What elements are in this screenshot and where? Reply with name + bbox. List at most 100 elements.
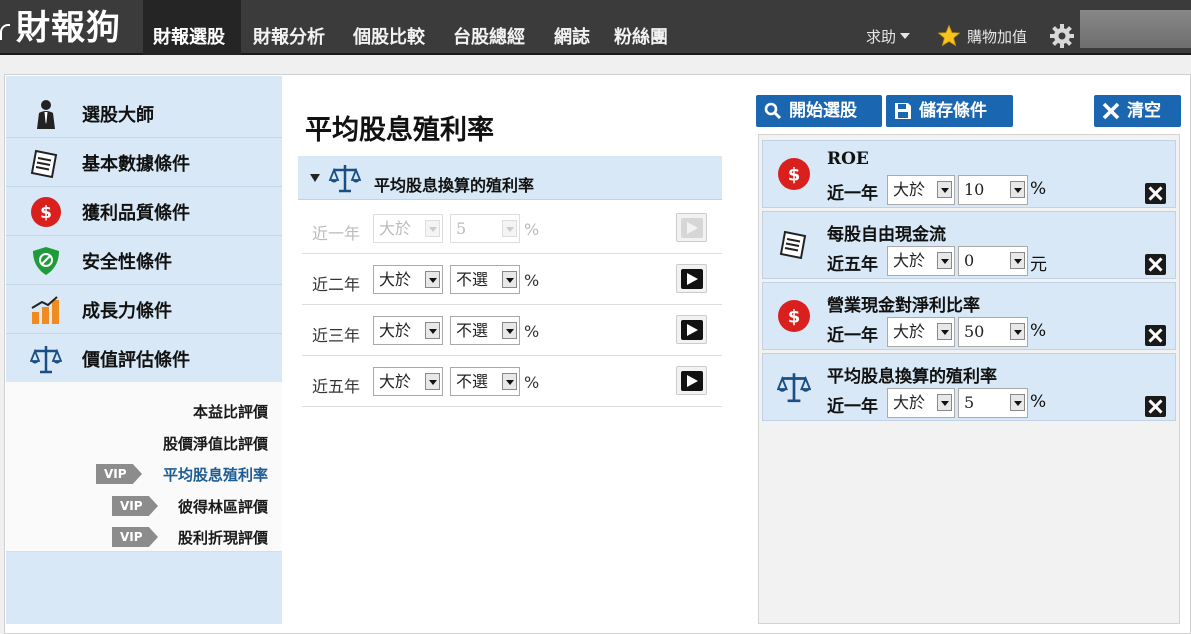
vip-badge: VIP [112,496,158,516]
nav-item-financial-analysis[interactable]: 財報分析 [243,0,335,55]
nav-item-stock-compare[interactable]: 個股比較 [343,0,435,55]
value-select[interactable]: 不選 [450,265,520,294]
operator-select[interactable]: 大於 [887,175,955,205]
nav-item-blog[interactable]: 網誌 [544,0,600,55]
remove-condition-button[interactable] [1145,325,1166,346]
remove-condition-button[interactable] [1145,183,1166,204]
operator-select[interactable]: 大於 [373,214,443,243]
submenu-item-pe[interactable]: 本益比評價 [193,401,268,422]
remove-condition-button[interactable] [1145,396,1166,417]
dollar-icon: $ [31,197,61,227]
value-select[interactable]: 10 [958,175,1028,205]
brand-logo[interactable]: 財報狗 [0,0,143,55]
value-select[interactable]: 0 [958,246,1028,276]
nav-item-macro[interactable]: 台股總經 [443,0,535,55]
clear-conditions-label: 清空 [1127,101,1161,121]
start-screening-label: 開始選股 [789,101,857,121]
star-icon[interactable] [937,24,961,48]
condition-group-label: 平均股息換算的殖利率 [374,176,535,195]
period-label: 近一年 [827,326,878,346]
operator-select[interactable]: 大於 [373,367,443,396]
save-conditions-label: 儲存條件 [919,101,987,121]
condition-row: 近三年 大於 不選 % [302,305,722,356]
operator-select[interactable]: 大於 [887,246,955,276]
clear-conditions-button[interactable]: 清空 [1094,95,1181,127]
condition-group-header[interactable]: 平均股息換算的殖利率 [298,156,722,200]
operator-select[interactable]: 大於 [373,316,443,345]
chevron-down-icon [425,271,440,288]
value-select[interactable]: 不選 [450,316,520,345]
selected-condition-card: $ 營業現金對淨利比率 近一年 大於 50 % [762,282,1176,350]
period-label: 近三年 [312,326,361,345]
unit-label: % [1030,179,1047,199]
unit-label: % [524,220,540,239]
sidebar-item-safety[interactable]: 安全性條件 [6,236,282,285]
bar-chart-icon [31,296,59,324]
selected-condition-card: 平均股息換算的殖利率 近一年 大於 5 % [762,353,1176,421]
value-select[interactable]: 50 [958,317,1028,347]
sidebar-item-valuation[interactable]: 價值評估條件 [6,334,282,383]
sidebar-item-master[interactable]: 選股大師 [6,89,282,138]
submenu-item-peter-lynch[interactable]: 彼得林區評價 [178,496,268,517]
gear-icon[interactable] [1048,22,1076,50]
condition-row: 近一年 大於 5 % [302,203,722,254]
value-select[interactable]: 5 [450,214,520,243]
period-label: 近二年 [312,275,361,294]
value-select[interactable]: 不選 [450,367,520,396]
add-condition-button[interactable] [676,315,707,344]
help-menu[interactable]: 求助 [866,26,911,47]
submenu-item-pb[interactable]: 股價淨值比評價 [163,433,268,454]
add-condition-button[interactable] [676,264,707,293]
dog-logo-icon [0,24,10,40]
remove-condition-button[interactable] [1145,254,1166,275]
chevron-down-icon [937,394,952,411]
sidebar-item-profit-quality[interactable]: $ 獲利品質條件 [6,187,282,236]
period-label: 近五年 [312,377,361,396]
document-icon [779,230,807,260]
dollar-icon: $ [778,300,810,332]
condition-title: 每股自由現金流 [827,225,946,245]
sidebar-item-label: 安全性條件 [82,252,172,273]
chevron-down-icon [425,373,440,390]
add-condition-button[interactable] [676,213,707,242]
sidebar-item-basic-data[interactable]: 基本數據條件 [6,138,282,187]
nav-item-stock-screener[interactable]: 財報選股 [143,0,241,55]
chevron-down-icon [502,220,517,237]
category-sidebar: 選股大師 基本數據條件 $ 獲利品質條件 安全性條件 成長力條件 價值評估條件 … [6,76,282,624]
scale-icon [777,373,811,403]
operator-select[interactable]: 大於 [887,388,955,418]
submenu-item-dividend-yield[interactable]: 平均股息殖利率 [163,464,268,485]
unit-label: % [524,271,540,290]
chevron-down-icon [937,181,952,198]
brand-name: 財報狗 [16,8,121,48]
chevron-down-icon [425,220,440,237]
chevron-down-icon [900,33,911,39]
caret-down-icon [310,174,320,182]
user-account-box[interactable] [1080,10,1191,48]
period-label: 近一年 [827,397,878,417]
condition-row: 近五年 大於 不選 % [302,356,722,407]
sidebar-item-growth[interactable]: 成長力條件 [6,285,282,334]
businessman-icon [37,100,55,129]
buy-credit-link[interactable]: 購物加值 [967,26,1027,47]
selected-condition-card: 每股自由現金流 近五年 大於 0 元 [762,211,1176,279]
nav-item-fan-page[interactable]: 粉絲團 [604,0,678,55]
submenu-item-dividend-discount[interactable]: 股利折現評價 [178,527,268,548]
svg-text:$: $ [40,203,52,223]
chevron-down-icon [1010,252,1025,269]
value-select[interactable]: 5 [958,388,1028,418]
start-screening-button[interactable]: 開始選股 [756,95,882,127]
dollar-icon: $ [778,158,810,190]
chevron-down-icon [937,252,952,269]
floppy-disk-icon [895,103,911,119]
condition-row: 近二年 大於 不選 % [302,254,722,305]
sidebar-item-label: 成長力條件 [82,301,172,322]
chevron-down-icon [1010,323,1025,340]
chevron-down-icon [1010,394,1025,411]
operator-select[interactable]: 大於 [887,317,955,347]
add-condition-button[interactable] [676,366,707,395]
sidebar-item-label: 選股大師 [82,105,154,126]
operator-select[interactable]: 大於 [373,265,443,294]
save-conditions-button[interactable]: 儲存條件 [886,95,1013,127]
page-title: 平均股息殖利率 [305,115,494,146]
